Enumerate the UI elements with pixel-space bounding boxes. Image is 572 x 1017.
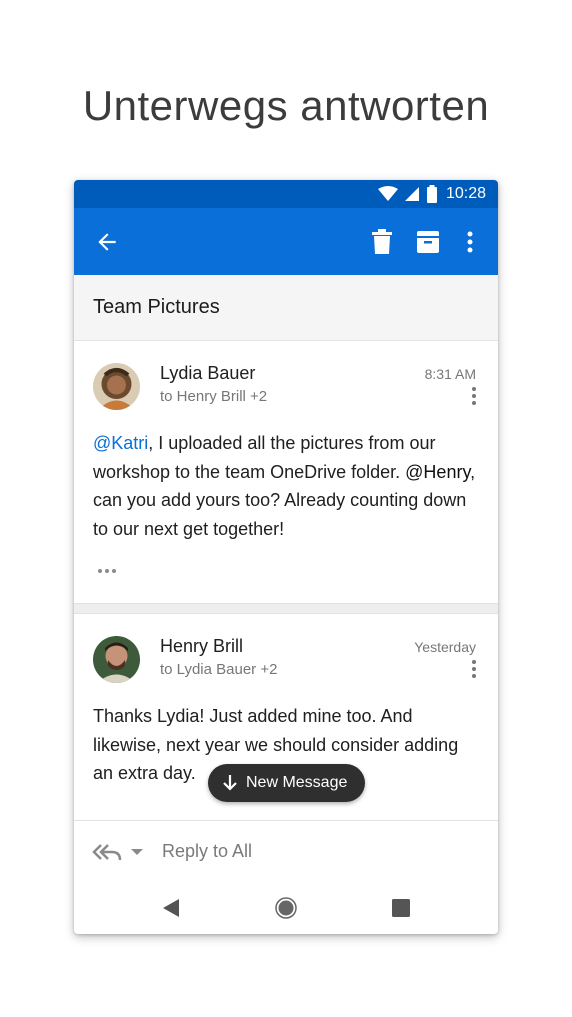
nav-recents-icon[interactable] xyxy=(392,899,411,917)
chevron-down-icon[interactable] xyxy=(130,848,144,856)
battery-icon xyxy=(426,185,437,203)
message-body: @Katri, I uploaded all the pictures from… xyxy=(74,421,498,543)
new-message-button[interactable]: New Message xyxy=(208,764,365,802)
thread-subject: Team Pictures xyxy=(74,275,498,341)
message-divider xyxy=(74,603,498,614)
status-bar: 10:28 xyxy=(74,180,498,208)
wifi-icon xyxy=(377,186,398,201)
archive-button[interactable] xyxy=(414,228,442,256)
message-more-icon[interactable] xyxy=(468,387,480,405)
recipients: to Henry Brill +2 xyxy=(160,388,268,405)
android-nav-bar xyxy=(74,882,498,934)
show-more-icon[interactable] xyxy=(98,569,116,573)
recipients: to Lydia Bauer +2 xyxy=(160,661,278,678)
app-bar xyxy=(74,208,498,275)
sender-name: Lydia Bauer xyxy=(160,363,256,383)
avatar xyxy=(93,636,140,683)
reply-all-icon[interactable] xyxy=(92,842,122,862)
sender-name: Henry Brill xyxy=(160,636,244,656)
headline: Unterwegs antworten xyxy=(82,82,490,129)
reply-bar[interactable]: Reply to All xyxy=(74,820,498,882)
more-options-button[interactable] xyxy=(456,228,484,256)
nav-back-icon[interactable] xyxy=(162,898,180,918)
reply-label: Reply to All xyxy=(162,841,253,861)
archive-icon xyxy=(417,230,439,253)
arrow-down-icon xyxy=(223,775,237,791)
signal-icon xyxy=(404,187,419,201)
message-more-icon[interactable] xyxy=(468,660,480,678)
new-message-label: New Message xyxy=(246,774,348,791)
delete-icon xyxy=(372,228,392,254)
phone-screen: 10:28 Team Pictures Lydia Bauer to Henry… xyxy=(74,180,498,934)
message-time: Yesterday xyxy=(414,639,476,655)
message-item[interactable]: Lydia Bauer to Henry Brill +2 8:31 AM @K… xyxy=(74,341,498,603)
message-time: 8:31 AM xyxy=(424,366,476,382)
nav-home-icon[interactable] xyxy=(275,897,297,919)
avatar xyxy=(93,363,140,410)
status-time: 10:28 xyxy=(445,185,486,202)
more-vert-icon xyxy=(467,231,473,252)
mention-link[interactable]: @Henry xyxy=(405,462,470,482)
delete-button[interactable] xyxy=(368,228,396,256)
mention-link[interactable]: @Katri xyxy=(93,433,148,453)
back-arrow-icon[interactable] xyxy=(94,229,120,255)
